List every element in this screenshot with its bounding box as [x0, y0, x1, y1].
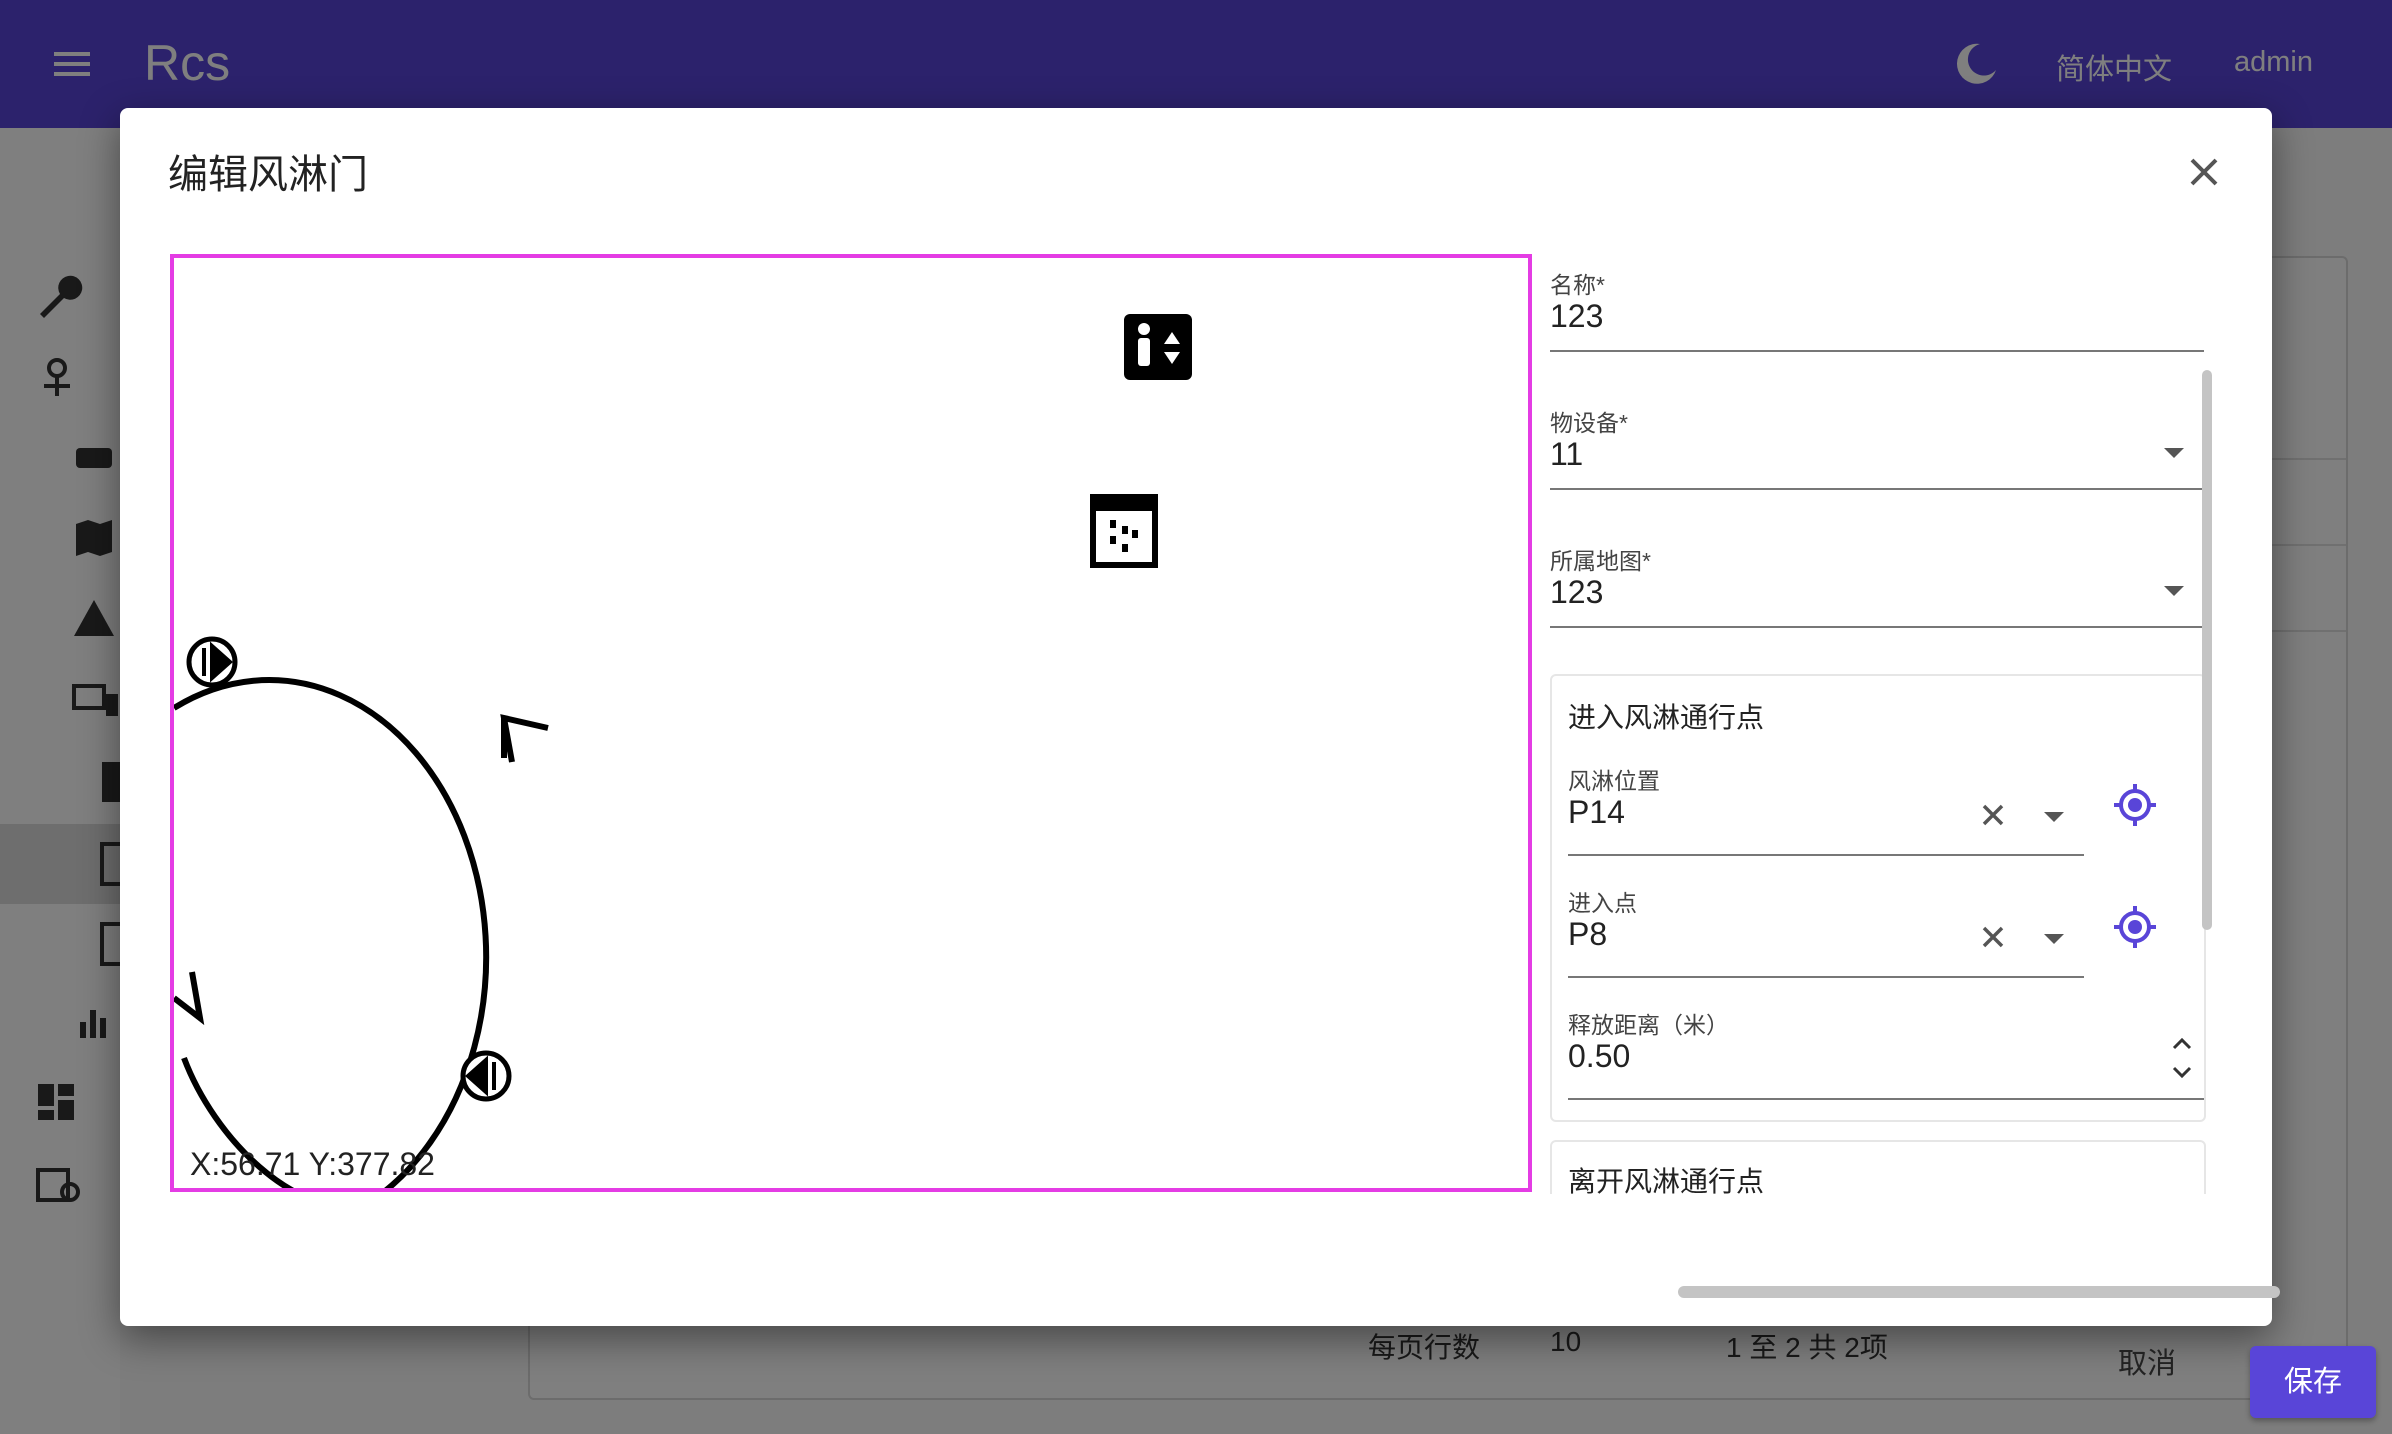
shower-position-value: P14: [1568, 794, 1625, 830]
device-label: 物设备*: [1550, 410, 1628, 436]
dialog-title: 编辑风淋门: [168, 153, 368, 197]
section-title: 进入风淋通行点: [1568, 702, 1765, 733]
clear-icon[interactable]: [1978, 800, 2008, 830]
waypoint-marker: [460, 1050, 512, 1102]
path-arrow-left: [174, 971, 205, 1026]
release-distance-value[interactable]: 0.50: [1568, 1038, 1630, 1075]
vertical-scroll-thumb[interactable]: [2202, 370, 2212, 930]
name-input[interactable]: 123: [1550, 298, 1603, 335]
map-canvas[interactable]: X:56.71 Y:377.82: [170, 254, 1532, 1192]
cancel-button[interactable]: 取消: [2118, 1340, 2176, 1382]
waypoint-marker: [186, 636, 238, 688]
crosshair-target-icon[interactable]: [2112, 904, 2158, 950]
entry-point-label: 进入点: [1568, 890, 1637, 916]
edit-air-shower-dialog: 编辑风淋门 X:56.71 Y:377.82 名称* 123 物设备* 11 所…: [120, 108, 2376, 1418]
dropdown-arrow-icon[interactable]: [2044, 812, 2064, 822]
elevator-icon: [1124, 314, 1192, 380]
number-stepper-icon[interactable]: [2168, 1030, 2196, 1086]
form-panel: 名称* 123 物设备* 11 所属地图* 123 进入风淋通行点 风淋位置 P…: [1550, 254, 2238, 1194]
device-value: 11: [1550, 436, 1584, 472]
map-drawing: [174, 314, 1192, 1188]
crosshair-target-icon[interactable]: [2112, 782, 2158, 828]
save-button[interactable]: 保存: [2250, 1346, 2376, 1418]
release-distance-label: 释放距离（米）: [1568, 1012, 1729, 1038]
air-shower-door-icon: [1090, 494, 1158, 568]
horizontal-scroll-thumb[interactable]: [1678, 1286, 2280, 1298]
shower-position-label: 风淋位置: [1568, 768, 1660, 794]
clear-icon[interactable]: [1978, 922, 2008, 952]
section-title: 离开风淋通行点: [1568, 1166, 1765, 1194]
entry-point-value: P8: [1568, 916, 1608, 952]
map-value: 123: [1550, 574, 1604, 610]
dropdown-arrow-icon[interactable]: [2164, 448, 2184, 458]
cursor-coordinates: X:56.71 Y:377.82: [190, 1146, 435, 1182]
map-label: 所属地图*: [1550, 548, 1651, 574]
path-arrow-top: [500, 714, 549, 763]
dropdown-arrow-icon[interactable]: [2044, 934, 2064, 944]
enter-point-section: 进入风淋通行点 风淋位置 P14 进入点 P8 释放距离（米） 0.50: [1550, 674, 2206, 1122]
name-label: 名称*: [1550, 272, 1605, 298]
dropdown-arrow-icon[interactable]: [2164, 586, 2184, 596]
path-loop: [174, 677, 490, 1188]
close-icon[interactable]: [2182, 150, 2226, 194]
exit-point-section: 离开风淋通行点: [1550, 1140, 2206, 1194]
